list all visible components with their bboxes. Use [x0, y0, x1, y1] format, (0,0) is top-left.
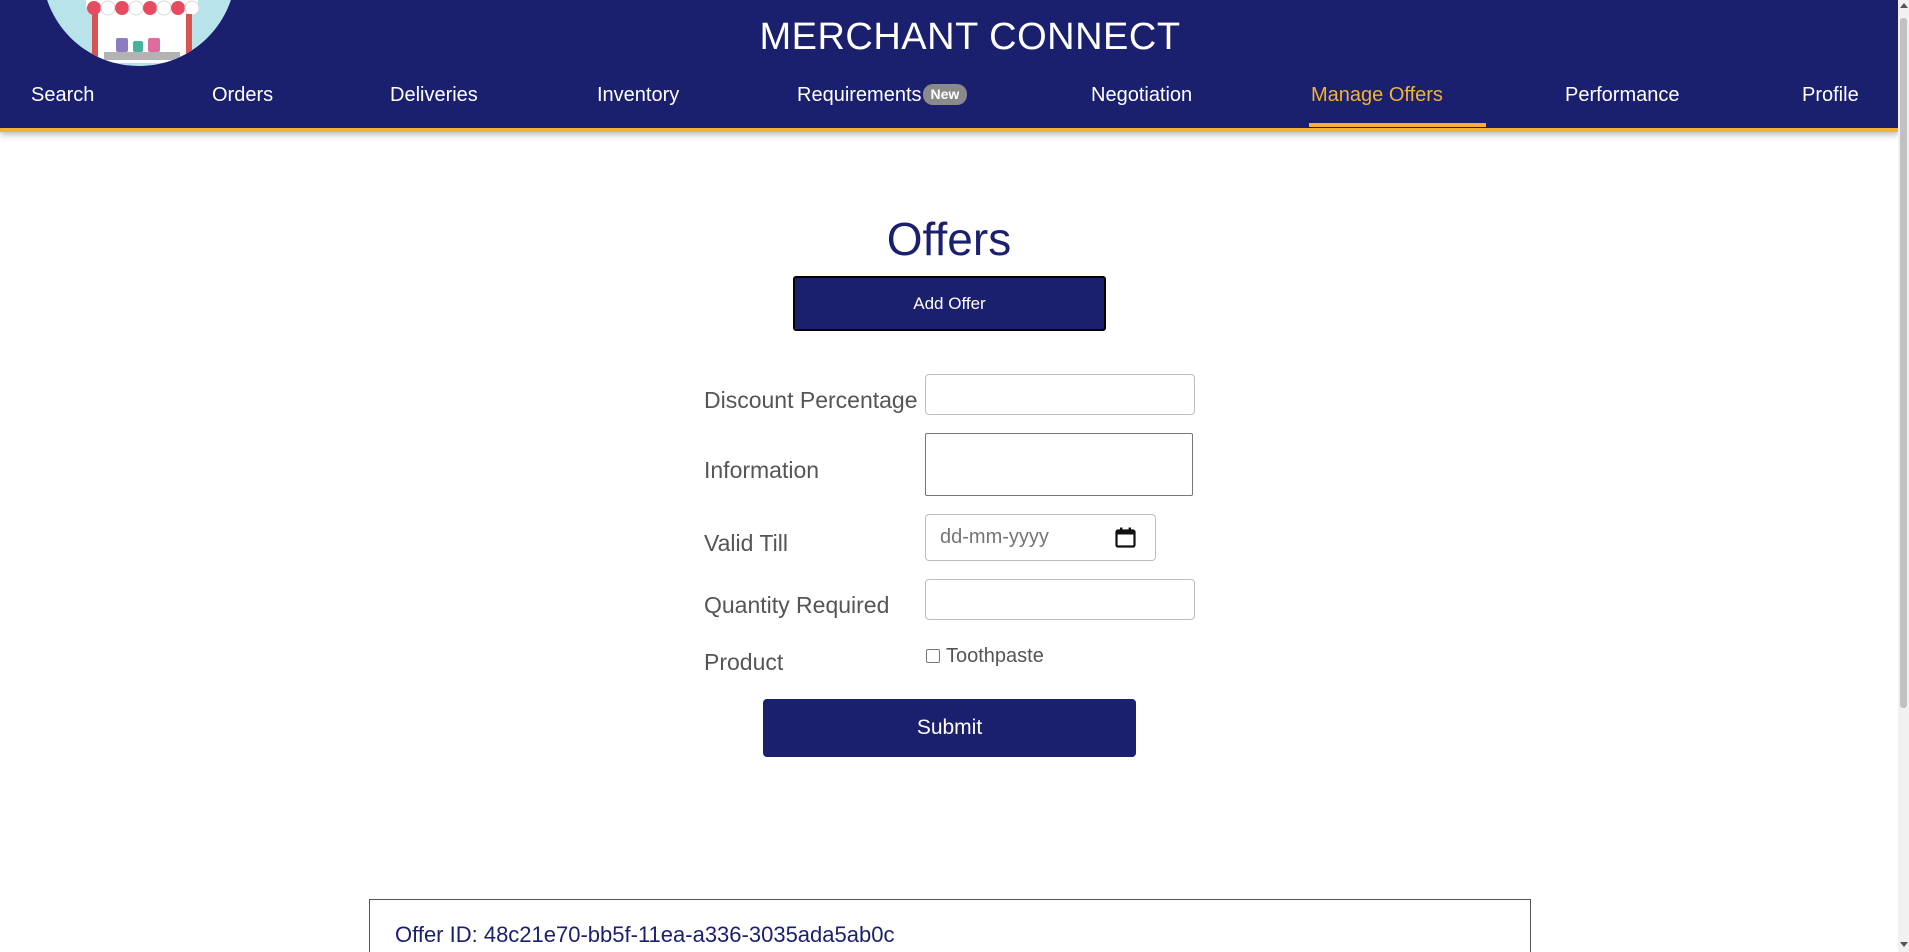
submit-button[interactable]: Submit — [763, 699, 1136, 757]
nav-negotiation[interactable]: Negotiation — [1091, 84, 1192, 107]
nav-deliveries[interactable]: Deliveries — [390, 84, 478, 107]
page-title: Offers — [886, 213, 1012, 265]
valid-till-date-input[interactable]: dd-mm-yyyy — [925, 514, 1156, 561]
information-textarea[interactable] — [925, 433, 1193, 496]
nav-search[interactable]: Search — [31, 84, 94, 107]
nav-orders[interactable]: Orders — [212, 84, 273, 107]
date-placeholder: dd-mm-yyyy — [940, 526, 1049, 548]
vertical-scrollbar[interactable] — [1898, 0, 1909, 952]
nav-performance[interactable]: Performance — [1565, 84, 1680, 107]
nav-inventory[interactable]: Inventory — [597, 84, 679, 107]
page: MERCHANT CONNECT Search Orders Deliverie… — [0, 0, 1909, 952]
valid-till-label: Valid Till — [704, 530, 788, 556]
nav-manage-offers[interactable]: Manage Offers — [1311, 84, 1443, 107]
information-label: Information — [704, 457, 820, 483]
toothpaste-checkbox-label[interactable]: Toothpaste — [946, 645, 1044, 668]
active-nav-indicator — [1309, 123, 1486, 127]
add-offer-button[interactable]: Add Offer — [793, 276, 1106, 331]
toothpaste-checkbox[interactable] — [926, 649, 940, 663]
offer-id: Offer ID: 48c21e70-bb5f-11ea-a336-3035ad… — [395, 922, 895, 947]
scroll-up-arrow-icon[interactable] — [1900, 3, 1908, 8]
nav-profile[interactable]: Profile — [1802, 84, 1859, 107]
new-badge: New — [922, 84, 968, 105]
scroll-down-arrow-icon[interactable] — [1900, 942, 1908, 947]
calendar-icon[interactable] — [1115, 527, 1136, 553]
product-label: Product — [704, 649, 784, 675]
quantity-required-input[interactable] — [925, 579, 1195, 620]
top-header: MERCHANT CONNECT Search Orders Deliverie… — [0, 0, 1898, 132]
quantity-required-label: Quantity Required — [704, 592, 890, 618]
offer-card: Offer ID: 48c21e70-bb5f-11ea-a336-3035ad… — [369, 899, 1531, 952]
discount-percentage-input[interactable] — [925, 374, 1195, 415]
scroll-thumb[interactable] — [1900, 18, 1907, 708]
nav-requirements[interactable]: Requirements New — [797, 84, 968, 107]
discount-percentage-label: Discount Percentage — [704, 387, 918, 413]
app-title: MERCHANT CONNECT — [759, 16, 1181, 58]
nav-requirements-label: Requirements — [797, 84, 922, 106]
